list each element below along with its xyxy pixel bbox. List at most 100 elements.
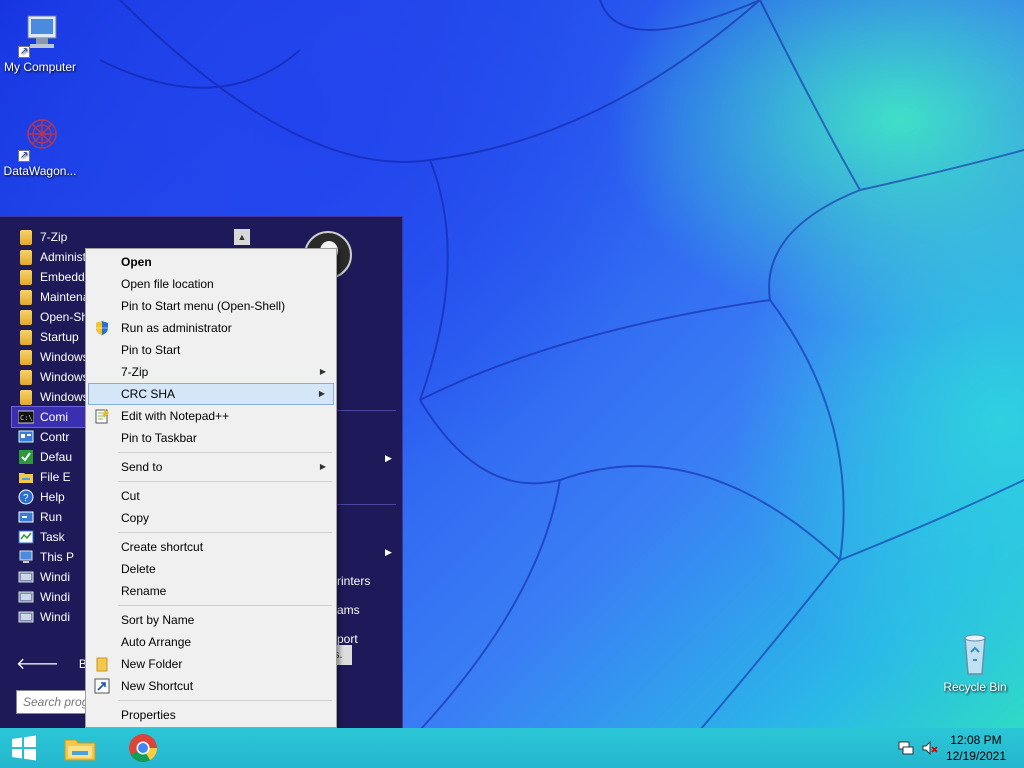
program-label: Windi [40, 610, 71, 624]
program-label: Administ [40, 250, 87, 264]
desktop-icon-label: Recycle Bin [943, 680, 1007, 694]
menu-item-label: Cut [121, 489, 140, 503]
help-icon: ? [18, 489, 34, 505]
shortcut-arrow-icon: ↗ [18, 46, 30, 58]
control-panel-icon [18, 429, 34, 445]
menu-item-label: Auto Arrange [121, 635, 192, 649]
menu-separator [88, 449, 334, 456]
program-label: File E [40, 470, 71, 484]
menu-item-label: Pin to Start [121, 343, 181, 357]
program-label: Startup [40, 330, 79, 344]
scroll-up-button[interactable]: ▲ [234, 229, 250, 245]
program-label: Open-Sh [40, 310, 89, 324]
menu-item-properties[interactable]: Properties [88, 704, 334, 726]
menu-item-run-as-administrator[interactable]: Run as administrator [88, 317, 334, 339]
program-label: Windi [40, 590, 71, 604]
folder-icon [20, 349, 32, 365]
network-icon[interactable] [898, 741, 914, 755]
desktop-icon-recycle-bin[interactable]: Recycle Bin [935, 630, 1015, 694]
clock[interactable]: 12:08 PM 12/19/2021 [946, 732, 1006, 764]
shortcut-arrow-icon: ↗ [18, 150, 30, 162]
menu-item-label: Pin to Taskbar [121, 431, 197, 445]
menu-item-open-file-location[interactable]: Open file location [88, 273, 334, 295]
menu-item-delete[interactable]: Delete [88, 558, 334, 580]
menu-item-edit-with-notepad[interactable]: Edit with Notepad++ [88, 405, 334, 427]
search-input[interactable]: Search prog [16, 690, 86, 714]
menu-item-label: New Shortcut [121, 679, 194, 693]
menu-item-label: Sort by Name [121, 613, 195, 627]
volume-muted-icon[interactable] [922, 741, 938, 755]
folder-icon [20, 249, 32, 265]
menu-item-open[interactable]: Open [88, 251, 334, 273]
task-manager-icon [18, 529, 34, 545]
menu-item-label: Pin to Start menu (Open-Shell) [121, 299, 286, 313]
program-label: Contr [40, 430, 70, 444]
menu-item-label: Copy [121, 511, 150, 525]
menu-item-pin-to-start-menu-open-shell[interactable]: Pin to Start menu (Open-Shell) [88, 295, 334, 317]
menu-item-copy[interactable]: Copy [88, 507, 334, 529]
program-label: Run [40, 510, 63, 524]
chrome-icon[interactable] [125, 732, 161, 764]
shortcut-icon [94, 678, 110, 694]
submenu-arrow-icon: ▶ [318, 389, 325, 398]
menu-item-new-shortcut[interactable]: New Shortcut [88, 675, 334, 697]
help-support-link[interactable]: port [337, 632, 358, 646]
desktop-icon-datawagon[interactable]: ↗ DataWagon... [0, 114, 80, 178]
devices-printers-link[interactable]: rinters [337, 574, 370, 588]
menu-item-label: Rename [121, 584, 167, 598]
clock-date: 12/19/2021 [945, 749, 1006, 763]
program-label: Maintena [40, 290, 90, 304]
folder-icon [20, 369, 32, 385]
program-item[interactable]: 7-Zip [12, 227, 252, 247]
context-menu: Open Open file location Pin to Start menu … [85, 248, 337, 728]
shield-icon [94, 320, 110, 336]
folder-icon [94, 656, 110, 672]
program-label: Windi [40, 570, 71, 584]
program-label: Comi [40, 410, 69, 424]
program-label: Windows [40, 370, 89, 384]
start-button[interactable] [6, 732, 42, 764]
menu-item-label: 7-Zip [121, 365, 149, 379]
folder-icon [20, 289, 32, 305]
submenu-arrow-icon: ▶ [385, 547, 392, 557]
file-explorer-icon[interactable] [62, 732, 98, 764]
my-computer-icon: ↗ [16, 10, 64, 58]
menu-item-label: Properties [121, 708, 176, 722]
menu-item-label: CRC SHA [121, 387, 176, 401]
notepad-plus-plus-icon [94, 408, 110, 424]
folder-icon [20, 329, 32, 345]
back-arrow-icon: 🡐 [16, 656, 59, 673]
menu-item-new-folder[interactable]: New Folder [88, 653, 334, 675]
menu-item-7-zip[interactable]: 7-Zip ▶ [88, 361, 334, 383]
folder-icon [20, 389, 32, 405]
folder-icon [20, 229, 32, 245]
program-label: Embedde [40, 270, 92, 284]
windows-tool-icon [18, 589, 34, 605]
menu-separator [88, 478, 334, 485]
windows-logo-icon [12, 735, 36, 761]
submenu-arrow-icon: ▶ [319, 367, 326, 376]
menu-item-cut[interactable]: Cut [88, 485, 334, 507]
menu-separator [88, 602, 334, 609]
menu-separator [88, 529, 334, 536]
submenu-arrow-icon: ▶ [385, 453, 392, 463]
menu-item-auto-arrange[interactable]: Auto Arrange [88, 631, 334, 653]
menu-item-send-to[interactable]: Send to ▶ [88, 456, 334, 478]
program-label: Help [40, 490, 65, 504]
menu-item-pin-to-taskbar[interactable]: Pin to Taskbar [88, 427, 334, 449]
desktop-icon-label: DataWagon... [3, 164, 77, 178]
menu-item-sort-by-name[interactable]: Sort by Name [88, 609, 334, 631]
default-programs-icon [18, 449, 34, 465]
menu-item-pin-to-start[interactable]: Pin to Start [88, 339, 334, 361]
program-label: Windows [40, 350, 89, 364]
default-programs-link[interactable]: ams [337, 603, 360, 617]
run-icon [18, 509, 34, 525]
file-explorer-icon [18, 469, 34, 485]
menu-item-rename[interactable]: Rename [88, 580, 334, 602]
menu-item-label: Edit with Notepad++ [121, 409, 230, 423]
desktop-icon-my-computer[interactable]: ↗ My Computer [0, 10, 80, 74]
taskbar: 12:08 PM 12/19/2021 [0, 728, 1024, 768]
clock-time: 12:08 PM [950, 733, 1002, 747]
menu-item-crc-sha[interactable]: CRC SHA ▶ [88, 383, 334, 405]
menu-item-create-shortcut[interactable]: Create shortcut [88, 536, 334, 558]
